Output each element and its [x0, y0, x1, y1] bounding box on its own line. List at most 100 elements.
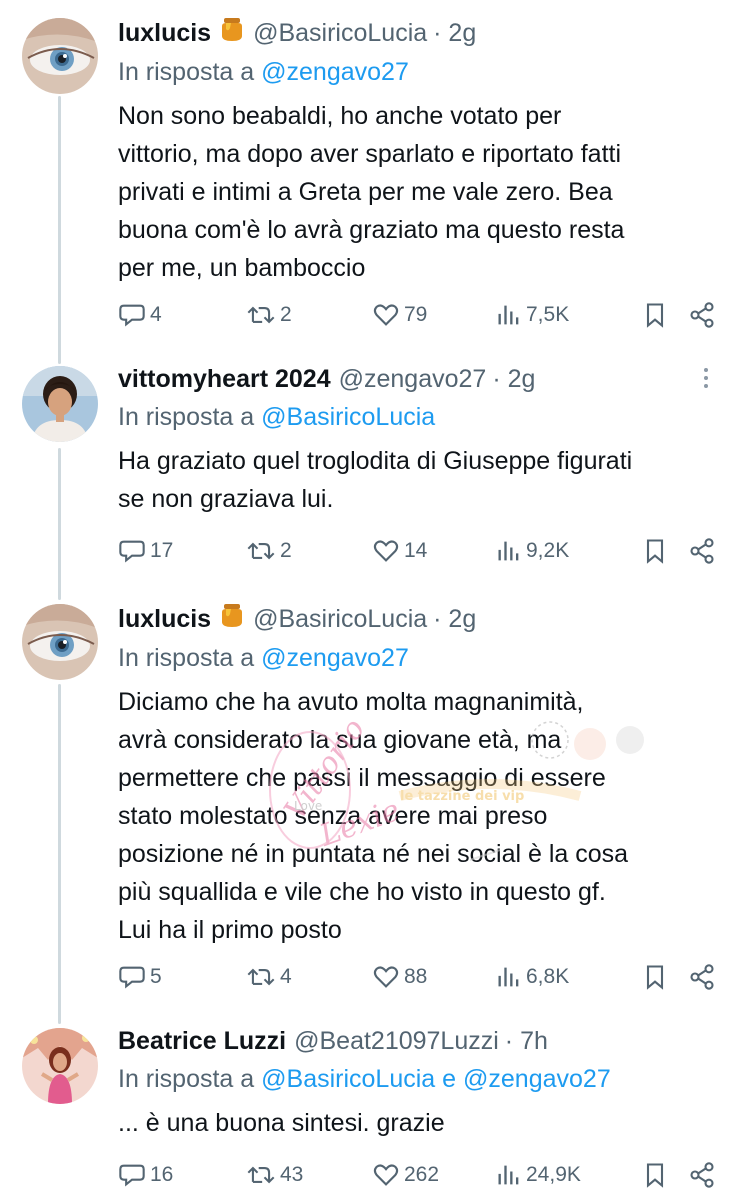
- mention-link[interactable]: @BasiricoLucia: [261, 403, 435, 431]
- repost-count: 2: [280, 539, 292, 562]
- repost-button[interactable]: 2: [246, 301, 292, 329]
- tweet-text: ... è una buona sintesi. grazie: [118, 1109, 445, 1137]
- reply-count: 4: [150, 303, 162, 326]
- tweet[interactable]: luxlucis @BasiricoLucia · 2g In risposta…: [0, 582, 738, 1006]
- honey-pot-emoji: [219, 16, 245, 49]
- share-button[interactable]: [688, 963, 716, 991]
- bookmark-icon: [642, 301, 668, 329]
- display-name[interactable]: Beatrice Luzzi: [118, 1026, 286, 1056]
- honey-pot-emoji: [219, 602, 245, 635]
- like-count: 79: [404, 303, 428, 326]
- bar-chart-icon: [496, 1161, 522, 1189]
- bar-chart-icon: [496, 963, 522, 991]
- timestamp[interactable]: · 7h: [505, 1026, 548, 1056]
- heart-icon: [372, 537, 400, 565]
- speech-bubble-icon: [118, 537, 146, 565]
- reply-count: 5: [150, 965, 162, 988]
- more-vertical-icon[interactable]: [696, 364, 716, 394]
- bookmark-button[interactable]: [642, 1161, 668, 1189]
- speech-bubble-icon: [118, 1161, 146, 1189]
- bookmark-button[interactable]: [642, 537, 668, 565]
- repost-arrows-icon: [246, 537, 276, 565]
- reply-context: In risposta a @BasiricoLucia e @zengavo2…: [118, 1064, 716, 1094]
- like-count: 262: [404, 1163, 440, 1186]
- views-count: 7,5K: [526, 303, 570, 326]
- reply-joiner: e: [442, 1065, 457, 1093]
- repost-button[interactable]: 43: [246, 1161, 303, 1189]
- reply-button[interactable]: 4: [118, 301, 162, 329]
- tweet[interactable]: vittomyheart 2024 @zengavo27 · 2g In ris…: [0, 346, 738, 582]
- reply-prefix: In risposta a: [118, 403, 255, 431]
- mention-link[interactable]: @BasiricoLucia: [261, 1065, 435, 1093]
- share-button[interactable]: [688, 1161, 716, 1189]
- like-button[interactable]: 88: [372, 963, 427, 991]
- display-name[interactable]: luxlucis: [118, 18, 211, 48]
- heart-icon: [372, 963, 400, 991]
- like-button[interactable]: 262: [372, 1161, 439, 1189]
- bar-chart-icon: [496, 537, 522, 565]
- heart-icon: [372, 301, 400, 329]
- user-handle[interactable]: @zengavo27: [339, 364, 487, 394]
- timestamp[interactable]: · 2g: [433, 18, 476, 48]
- tweet-text: Non sono beabaldi, ho anche votato per v…: [118, 102, 625, 282]
- avatar[interactable]: [22, 604, 98, 680]
- reply-context: In risposta a @zengavo27: [118, 57, 716, 87]
- user-handle[interactable]: @BasiricoLucia: [253, 18, 427, 48]
- reply-count: 16: [150, 1163, 174, 1186]
- like-button[interactable]: 14: [372, 537, 427, 565]
- repost-arrows-icon: [246, 1161, 276, 1189]
- views-button[interactable]: 24,9K: [496, 1161, 581, 1189]
- bookmark-button[interactable]: [642, 963, 668, 991]
- display-name[interactable]: luxlucis: [118, 604, 211, 634]
- avatar[interactable]: [22, 366, 98, 442]
- avatar[interactable]: [22, 18, 98, 94]
- reply-button[interactable]: 16: [118, 1161, 173, 1189]
- reply-context: In risposta a @zengavo27: [118, 643, 716, 673]
- share-icon: [688, 1161, 716, 1189]
- bookmark-button[interactable]: [642, 301, 668, 329]
- tweet[interactable]: luxlucis @BasiricoLucia · 2g In risposta…: [0, 0, 738, 346]
- timestamp[interactable]: · 2g: [492, 364, 535, 394]
- reply-button[interactable]: 17: [118, 537, 173, 565]
- tweet[interactable]: Beatrice Luzzi @Beat21097Luzzi · 7h In r…: [0, 1006, 738, 1200]
- bar-chart-icon: [496, 301, 522, 329]
- display-name[interactable]: vittomyheart 2024: [118, 364, 331, 394]
- repost-count: 2: [280, 303, 292, 326]
- repost-count: 4: [280, 965, 292, 988]
- like-count: 14: [404, 539, 428, 562]
- repost-arrows-icon: [246, 963, 276, 991]
- mention-link[interactable]: @zengavo27: [463, 1065, 611, 1093]
- tweet-text: Diciamo che ha avuto molta magnanimità, …: [118, 688, 629, 944]
- user-handle[interactable]: @BasiricoLucia: [253, 604, 427, 634]
- repost-button[interactable]: 2: [246, 537, 292, 565]
- views-button[interactable]: 9,2K: [496, 537, 569, 565]
- share-button[interactable]: [688, 537, 716, 565]
- views-count: 24,9K: [526, 1163, 581, 1186]
- views-button[interactable]: 6,8K: [496, 963, 569, 991]
- share-button[interactable]: [688, 301, 716, 329]
- avatar[interactable]: [22, 1028, 98, 1104]
- speech-bubble-icon: [118, 301, 146, 329]
- share-icon: [688, 537, 716, 565]
- reply-prefix: In risposta a: [118, 644, 255, 672]
- tweet-text: Ha graziato quel troglodita di Giuseppe …: [118, 447, 633, 513]
- reply-button[interactable]: 5: [118, 963, 162, 991]
- like-count: 88: [404, 965, 428, 988]
- user-handle[interactable]: @Beat21097Luzzi: [294, 1026, 499, 1056]
- bookmark-icon: [642, 537, 668, 565]
- like-button[interactable]: 79: [372, 301, 427, 329]
- heart-icon: [372, 1161, 400, 1189]
- repost-count: 43: [280, 1163, 304, 1186]
- reply-prefix: In risposta a: [118, 58, 255, 86]
- views-count: 6,8K: [526, 965, 570, 988]
- views-button[interactable]: 7,5K: [496, 301, 569, 329]
- speech-bubble-icon: [118, 963, 146, 991]
- repost-button[interactable]: 4: [246, 963, 292, 991]
- reply-prefix: In risposta a: [118, 1065, 255, 1093]
- mention-link[interactable]: @zengavo27: [261, 58, 409, 86]
- share-icon: [688, 301, 716, 329]
- mention-link[interactable]: @zengavo27: [261, 644, 409, 672]
- share-icon: [688, 963, 716, 991]
- timestamp[interactable]: · 2g: [433, 604, 476, 634]
- repost-arrows-icon: [246, 301, 276, 329]
